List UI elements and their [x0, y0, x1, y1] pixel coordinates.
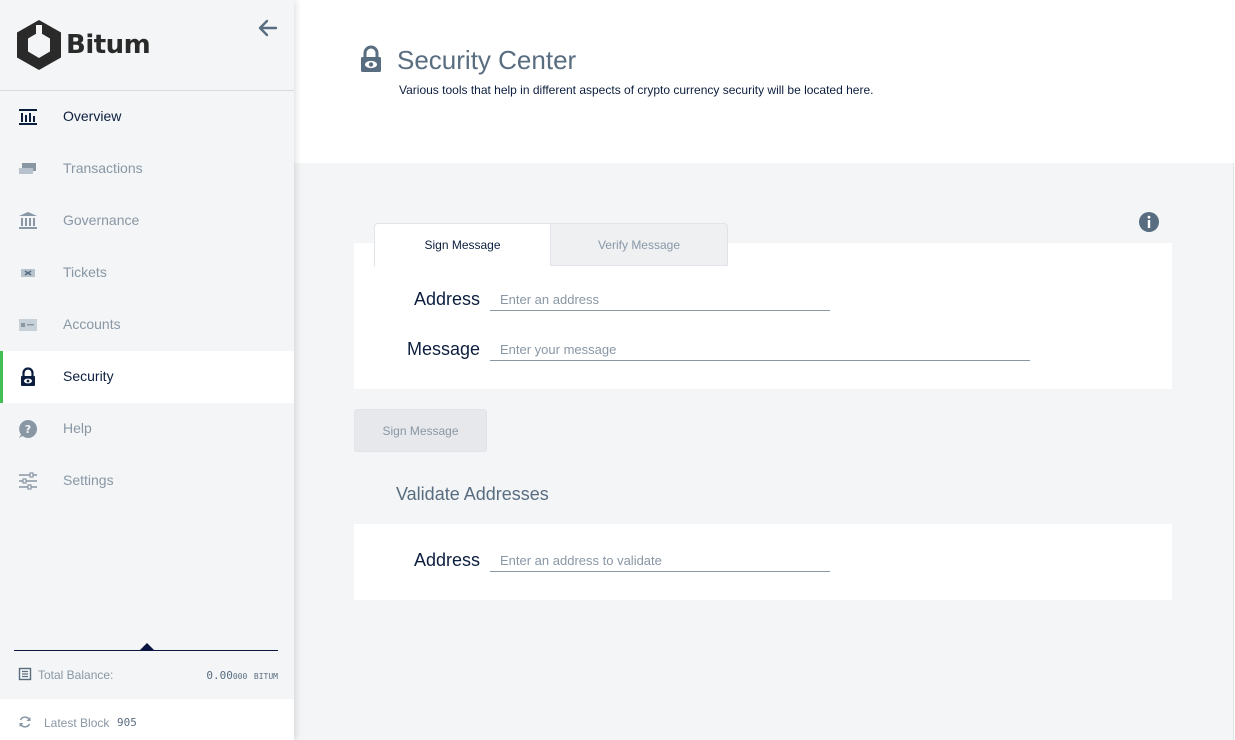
sidebar-item-label: Settings [63, 472, 114, 488]
page-title: Security Center [397, 45, 577, 75]
wallet-icon [18, 667, 32, 681]
sidebar-item-accounts[interactable]: Accounts [0, 299, 294, 351]
sidebar-item-help[interactable]: ? Help [0, 403, 294, 455]
transactions-icon [19, 163, 36, 174]
sidebar-item-label: Security [63, 368, 114, 384]
balance-caret-icon[interactable] [140, 643, 154, 650]
sign-message-button[interactable]: Sign Message [354, 409, 487, 452]
page-description: Various tools that help in different asp… [399, 83, 874, 97]
bitum-logo-icon [17, 20, 61, 70]
help-icon: ? [19, 419, 38, 438]
address-label: Address [413, 289, 480, 309]
sidebar-item-transactions[interactable]: Transactions [0, 143, 294, 195]
sidebar-item-label: Transactions [63, 160, 143, 176]
lock-icon [21, 367, 35, 386]
arrow-left-icon [258, 19, 278, 37]
total-balance-value: 0.00000 BITUM [206, 669, 278, 682]
refresh-icon[interactable] [18, 715, 32, 729]
sidebar-item-label: Overview [63, 108, 122, 124]
brand-name: Bitum [66, 30, 151, 60]
latest-block-value: 905 [117, 716, 137, 729]
brand-logo: Bitum [16, 19, 151, 71]
validate-address-label: Address [413, 550, 480, 570]
sidebar-item-security[interactable]: Security [0, 351, 294, 403]
sidebar-item-label: Tickets [63, 264, 107, 280]
tab-sign-message[interactable]: Sign Message [374, 223, 551, 266]
info-icon[interactable] [1138, 211, 1160, 233]
balance-divider [14, 650, 278, 651]
sidebar-item-tickets[interactable]: Tickets [0, 247, 294, 299]
message-input[interactable] [490, 341, 1030, 361]
tab-verify-message[interactable]: Verify Message [551, 223, 728, 266]
svg-text:?: ? [25, 423, 31, 436]
total-balance-label: Total Balance: [38, 668, 114, 682]
lock-icon [361, 45, 381, 72]
validate-addresses-title: Validate Addresses [396, 484, 549, 504]
collapse-sidebar-button[interactable] [257, 17, 279, 39]
governance-icon [19, 212, 37, 229]
sidebar-item-label: Governance [63, 212, 140, 228]
sidebar-item-overview[interactable]: Overview [0, 91, 294, 143]
tickets-icon [21, 269, 35, 277]
sidebar-item-label: Accounts [63, 316, 121, 332]
validate-address-input[interactable] [490, 552, 830, 572]
sidebar-item-label: Help [63, 420, 92, 436]
security-tabs: Sign Message Verify Message [374, 223, 729, 266]
sidebar-item-settings[interactable]: Settings [0, 455, 294, 507]
validate-address-card: Address [354, 524, 1172, 600]
overview-icon [19, 109, 37, 125]
latest-block-label: Latest Block [44, 716, 110, 730]
sidebar-item-governance[interactable]: Governance [0, 195, 294, 247]
sidebar: Bitum Overview Transactions Governance T… [0, 0, 294, 740]
latest-block: Latest Block 905 [0, 699, 294, 740]
accounts-icon [19, 319, 37, 331]
message-label: Message [406, 339, 480, 359]
settings-icon [19, 472, 37, 490]
balance-amount: 0.00 [206, 669, 233, 682]
sidebar-menu: Overview Transactions Governance Tickets… [0, 91, 294, 507]
address-input[interactable] [490, 291, 830, 311]
balance-amount-small: 000 [232, 672, 248, 681]
total-balance: Total Balance: 0.00000 BITUM [18, 667, 280, 685]
page-header: Security Center Various tools that help … [294, 0, 1235, 163]
balance-unit: BITUM [253, 672, 278, 681]
main-content: Address Message Sign Message Verify Mess… [294, 163, 1234, 740]
